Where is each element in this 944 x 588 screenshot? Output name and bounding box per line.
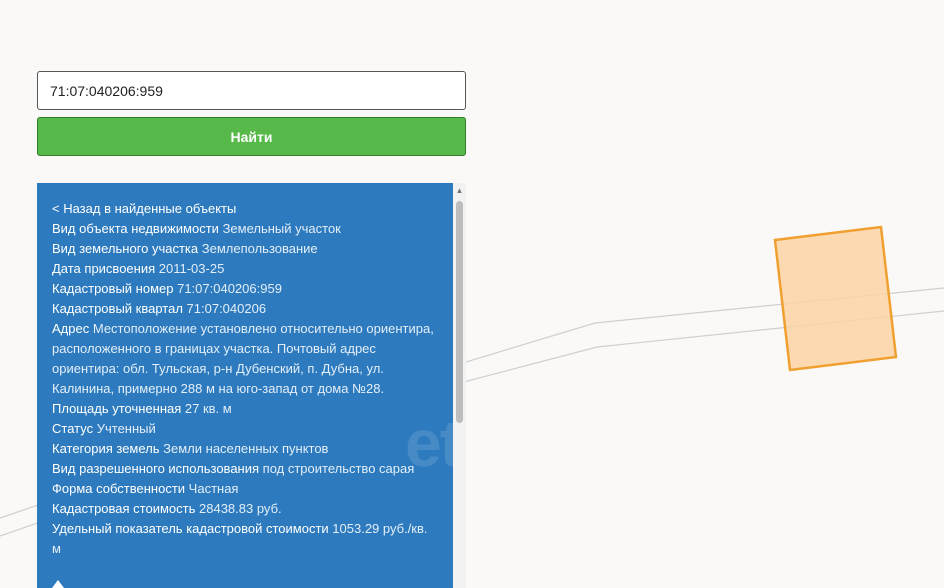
info-value: 27 кв. м (184, 401, 232, 416)
find-button[interactable]: Найти (37, 117, 466, 156)
info-label: Вид земельного участка (52, 241, 199, 256)
info-label: Категория земель (52, 441, 160, 456)
info-row-land-category: Категория земель Земли населенных пункто… (52, 439, 437, 459)
info-value: 2011-03-25 (158, 261, 225, 276)
info-row-object-type: Вид объекта недвижимости Земельный участ… (52, 219, 437, 239)
land-parcel[interactable] (773, 225, 898, 372)
triangle-up-icon (52, 580, 64, 588)
cadastral-search-input[interactable] (37, 71, 466, 110)
watermark-logo: et (405, 406, 453, 480)
object-info-panel: et < Назад в найденные объекты Вид объек… (37, 183, 453, 588)
info-value: Частная (188, 481, 239, 496)
info-row-assignment-date: Дата присвоения 2011-03-25 (52, 259, 437, 279)
info-value: 28438.83 руб. (199, 501, 282, 516)
info-value: Учтенный (96, 421, 156, 436)
info-label: Вид объекта недвижимости (52, 221, 219, 236)
info-value: Землепользование (201, 241, 318, 256)
info-row-permitted-use: Вид разрешенного использования под строи… (52, 459, 437, 479)
info-label: Удельный показатель кадастровой стоимост… (52, 521, 329, 536)
info-label: Дата присвоения (52, 261, 156, 276)
info-row-unit-cost: Удельный показатель кадастровой стоимост… (52, 519, 437, 559)
info-label: Вид разрешенного использования (52, 461, 260, 476)
info-label: Площадь уточненная (52, 401, 182, 416)
info-row-status: Статус Учтенный (52, 419, 437, 439)
info-label: Адрес (52, 321, 90, 336)
info-value: Земли населенных пунктов (163, 441, 329, 456)
info-label: Форма собственности (52, 481, 186, 496)
back-to-results-link[interactable]: < Назад в найденные объекты (52, 199, 437, 219)
info-row-parcel-type: Вид земельного участка Землепользование (52, 239, 437, 259)
info-panel-scrollbar[interactable]: ▲ (453, 183, 466, 588)
info-row-ownership: Форма собственности Частная (52, 479, 437, 499)
info-label: Кадастровый квартал (52, 301, 183, 316)
info-label: Статус (52, 421, 94, 436)
info-value: Местоположение установлено относительно … (52, 321, 434, 396)
info-label: Кадастровая стоимость (52, 501, 196, 516)
scroll-up-icon[interactable]: ▲ (453, 186, 466, 196)
info-value: 71:07:040206:959 (177, 281, 282, 296)
info-value: Земельный участок (222, 221, 341, 236)
info-row-area: Площадь уточненная 27 кв. м (52, 399, 437, 419)
info-row-cadastral-quarter: Кадастровый квартал 71:07:040206 (52, 299, 437, 319)
info-value: под строительство сарая (262, 461, 415, 476)
info-row-cadastral-cost: Кадастровая стоимость 28438.83 руб. (52, 499, 437, 519)
info-label: Кадастровый номер (52, 281, 174, 296)
info-value: 71:07:040206 (186, 301, 267, 316)
info-row-address: Адрес Местоположение установлено относит… (52, 319, 437, 399)
scroll-thumb[interactable] (456, 201, 463, 423)
info-row-cadastral-number: Кадастровый номер 71:07:040206:959 (52, 279, 437, 299)
